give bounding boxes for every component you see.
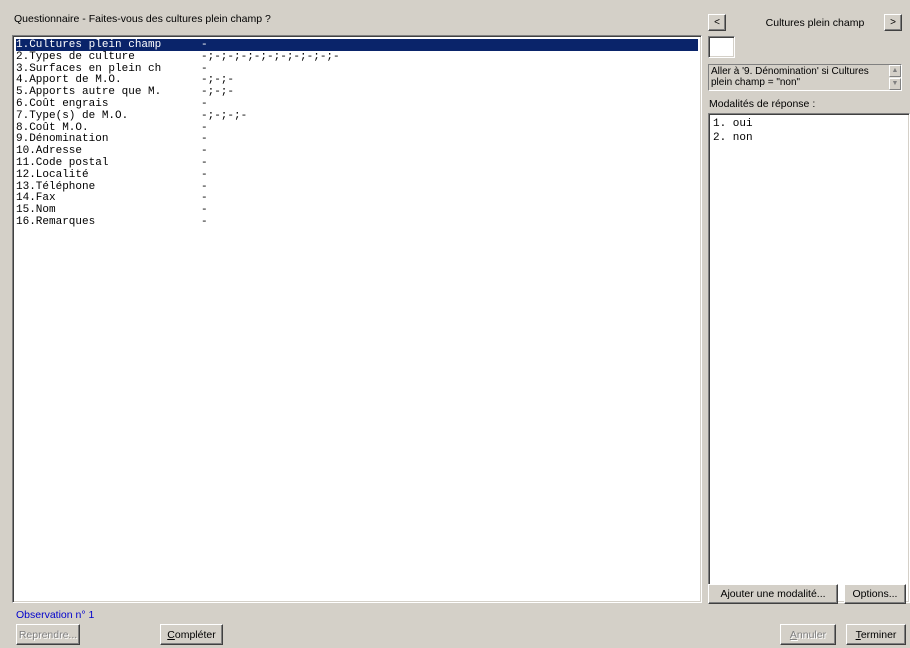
question-label: 16.Remarques: [16, 216, 96, 228]
question-value: -;-;-: [201, 86, 235, 99]
modalities-list[interactable]: 1. oui 2. non: [708, 113, 910, 603]
terminer-label: Terminer: [855, 628, 897, 641]
question-label: 13.Téléphone: [16, 180, 96, 193]
next-question-button[interactable]: >: [884, 14, 902, 31]
completer-button[interactable]: Compléter: [160, 624, 223, 645]
question-row[interactable]: 11.Code postal -: [16, 157, 698, 169]
question-value: -: [201, 157, 208, 169]
question-row[interactable]: 13.Téléphone -: [16, 181, 698, 193]
scroll-up-icon[interactable]: ▲: [889, 65, 901, 77]
question-row[interactable]: 8.Coût M.O. -: [16, 122, 698, 134]
question-row[interactable]: 12.Localité -: [16, 169, 698, 181]
question-label: 14.Fax: [16, 192, 56, 205]
question-row[interactable]: 7.Type(s) de M.O. -;-;-;-: [16, 110, 698, 122]
question-row[interactable]: 3.Surfaces en plein ch -: [16, 63, 698, 75]
question-label: 5.Apports autre que M.: [16, 86, 162, 99]
question-row[interactable]: 4.Apport de M.O. -;-;-: [16, 74, 698, 86]
scroll-down-icon[interactable]: ▼: [889, 78, 901, 90]
add-modality-button[interactable]: Ajouter une modalité...: [708, 584, 838, 604]
question-value: -;-;-;-;-;-;-;-;-;-;-: [201, 50, 340, 63]
question-value: -: [201, 133, 208, 146]
question-value: -: [201, 62, 208, 75]
options-button[interactable]: Options...: [844, 584, 906, 604]
terminer-button[interactable]: Terminer: [846, 624, 906, 645]
question-value: -: [201, 216, 208, 228]
question-row[interactable]: 9.Dénomination -: [16, 133, 698, 145]
current-question-title: Cultures plein champ: [765, 17, 865, 29]
modality-item[interactable]: 2. non: [713, 132, 753, 144]
question-row[interactable]: 1.Cultures plein champ -: [16, 39, 698, 51]
question-value: -: [201, 204, 208, 217]
previous-question-button[interactable]: <: [708, 14, 726, 31]
question-label: 15.Nom: [16, 204, 56, 217]
question-value: -: [201, 121, 208, 134]
question-row[interactable]: 14.Fax -: [16, 192, 698, 204]
goto-rule-scrollbar[interactable]: ▲ ▼: [889, 65, 901, 90]
annuler-label: Annuler: [789, 628, 827, 641]
question-row[interactable]: 15.Nom -: [16, 204, 698, 216]
goto-rule-text: Aller à '9. Dénomination' si Cultures pl…: [711, 66, 869, 88]
goto-rule-box: Aller à '9. Dénomination' si Cultures pl…: [708, 64, 902, 91]
question-value: -;-;-: [201, 74, 235, 87]
question-value: -: [201, 168, 208, 181]
chevron-left-icon: <: [714, 17, 720, 28]
question-label: 1.Cultures plein champ: [16, 39, 162, 51]
answer-input[interactable]: [708, 36, 735, 58]
question-value: -: [201, 39, 208, 51]
question-label: 7.Type(s) de M.O.: [16, 109, 129, 122]
question-value: -: [201, 192, 208, 205]
question-label: 11.Code postal: [16, 157, 109, 169]
modalities-label: Modalités de réponse :: [709, 98, 816, 110]
questionnaire-window: Questionnaire - Faites-vous des cultures…: [0, 0, 910, 648]
question-row[interactable]: 16.Remarques -: [16, 216, 698, 228]
annuler-button[interactable]: Annuler: [780, 624, 836, 645]
question-row[interactable]: 5.Apports autre que M. -;-;-: [16, 86, 698, 98]
question-label: 12.Localité: [16, 168, 89, 181]
modality-item[interactable]: 1. oui: [713, 118, 753, 130]
question-label: 4.Apport de M.O.: [16, 74, 122, 87]
question-label: 9.Dénomination: [16, 133, 109, 146]
question-label: 10.Adresse: [16, 145, 83, 158]
question-label: 3.Surfaces en plein ch: [16, 62, 162, 75]
question-label: 6.Coût engrais: [16, 98, 109, 110]
question-list[interactable]: 1.Cultures plein champ -2.Types de cultur…: [12, 35, 702, 603]
question-label: 8.Coût M.O.: [16, 121, 89, 134]
question-value: -: [201, 98, 208, 110]
observation-number: Observation n° 1: [16, 609, 95, 621]
question-value: -: [201, 145, 208, 158]
question-row[interactable]: 6.Coût engrais -: [16, 98, 698, 110]
question-value: -: [201, 180, 208, 193]
question-value: -;-;-;-: [201, 109, 248, 122]
window-title: Questionnaire - Faites-vous des cultures…: [14, 13, 271, 25]
question-label: 2.Types de culture: [16, 50, 135, 63]
question-row[interactable]: 10.Adresse -: [16, 145, 698, 157]
question-row[interactable]: 2.Types de culture -;-;-;-;-;-;-;-;-;-;-: [16, 51, 698, 63]
chevron-right-icon: >: [890, 17, 896, 28]
completer-label: Compléter: [167, 628, 216, 641]
reprendre-button[interactable]: Reprendre...: [16, 624, 80, 645]
